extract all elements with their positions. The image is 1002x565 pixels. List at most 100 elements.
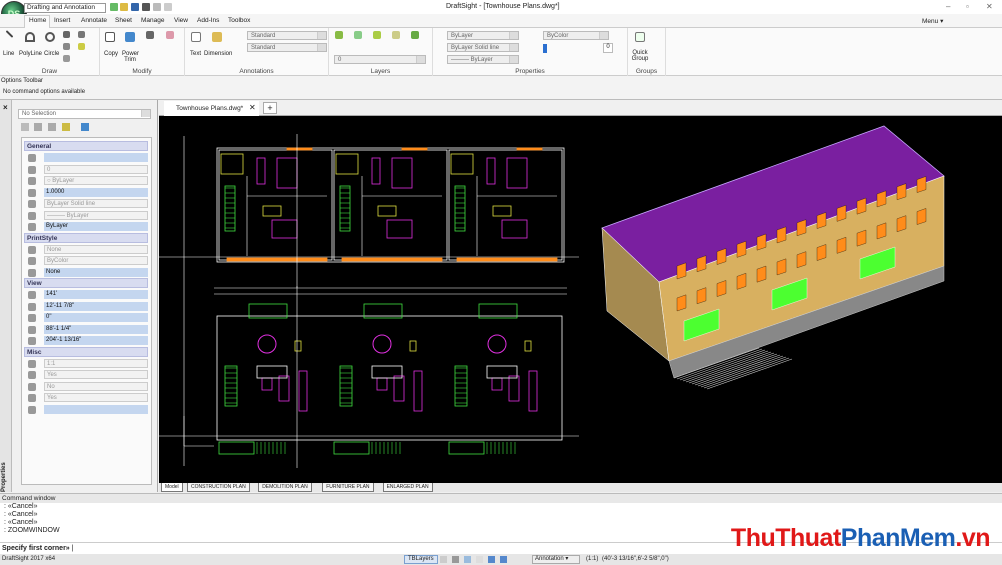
property-value[interactable]: None <box>44 267 148 277</box>
property-value[interactable]: 0 <box>44 164 148 174</box>
property-row[interactable]: ByLayer Solid line <box>24 198 148 209</box>
quick-select-icon[interactable] <box>48 123 56 131</box>
new-icon[interactable] <box>110 3 118 11</box>
property-row[interactable]: 141' <box>24 289 148 300</box>
property-row[interactable]: 1.0000 <box>24 187 148 198</box>
property-row[interactable]: ○ ByLayer <box>24 175 148 186</box>
selection-select[interactable]: No Selection <box>18 109 151 119</box>
property-value[interactable] <box>44 153 148 162</box>
new-document-button[interactable]: + <box>263 102 277 114</box>
tblayers-button[interactable]: TBLayers <box>404 555 438 564</box>
tab-home[interactable]: Home <box>29 17 46 24</box>
dimension-button[interactable]: Dimension <box>204 51 232 57</box>
annotation-scale-select[interactable]: Annotation ▾ <box>532 555 580 564</box>
section-general[interactable]: General <box>24 141 148 151</box>
property-value[interactable]: ——— ByLayer <box>44 210 148 220</box>
filter-icon[interactable] <box>62 123 70 131</box>
property-row[interactable]: 0" <box>24 312 148 323</box>
property-value[interactable]: 1:1 <box>44 358 148 368</box>
polar-icon[interactable] <box>476 556 483 563</box>
tab-manage[interactable]: Manage <box>141 17 165 24</box>
property-value[interactable]: ○ ByLayer <box>44 176 148 185</box>
section-misc[interactable]: Misc <box>24 346 148 357</box>
tab-insert[interactable]: Insert <box>54 17 70 24</box>
esnap-icon[interactable] <box>488 556 495 563</box>
tab-view[interactable]: View <box>174 17 188 24</box>
layout-tab[interactable]: ENLARGED PLAN <box>382 483 433 492</box>
property-value[interactable]: Yes <box>44 370 148 379</box>
property-row[interactable]: 1:1 <box>24 358 148 369</box>
line-button[interactable]: Line <box>3 51 14 57</box>
property-value[interactable]: 0" <box>44 313 148 322</box>
printstyle-select[interactable]: ByColor <box>543 31 609 40</box>
text-button[interactable]: Text <box>190 51 201 57</box>
circle-button[interactable]: Circle <box>44 51 59 57</box>
select-objects-icon[interactable] <box>34 123 42 131</box>
polyline-button[interactable]: PolyLine <box>19 51 42 57</box>
property-value[interactable]: None <box>44 244 148 254</box>
linestyle-select[interactable]: ByLayer Solid line <box>447 43 519 52</box>
cad-drawing[interactable] <box>159 116 1002 483</box>
property-value[interactable]: 141' <box>44 290 148 299</box>
text-style-select[interactable]: Standard <box>247 31 327 40</box>
layout-tab[interactable]: CONSTRUCTION PLAN <box>187 483 250 492</box>
property-row[interactable]: No <box>24 381 148 392</box>
toggle-pickadd-icon[interactable] <box>21 123 29 131</box>
property-row[interactable]: 12'-11 7/8" <box>24 301 148 312</box>
restore-button[interactable]: ▫ <box>966 2 969 11</box>
close-palette-icon[interactable]: × <box>3 103 8 112</box>
workspace-select[interactable]: Drafting and Annotation <box>24 3 106 13</box>
print-icon[interactable] <box>142 3 150 11</box>
layout-tab[interactable]: FURNITURE PLAN <box>322 483 374 492</box>
copy-button[interactable]: Copy <box>104 51 118 57</box>
menu-button[interactable]: Menu ▾ <box>922 17 943 25</box>
property-value[interactable]: 1.0000 <box>44 187 148 197</box>
close-button[interactable]: ✕ <box>986 2 993 11</box>
section-view[interactable]: View <box>24 278 148 288</box>
help-icon[interactable] <box>81 123 89 131</box>
property-value[interactable]: 88'-1 1/4" <box>44 324 148 334</box>
property-row[interactable]: ——— ByLayer <box>24 210 148 221</box>
undo-icon[interactable] <box>153 3 161 11</box>
power-trim-button[interactable]: Power Trim <box>122 51 139 63</box>
close-document-icon[interactable]: ✕ <box>249 103 256 112</box>
property-row[interactable]: Yes <box>24 369 148 380</box>
property-row[interactable]: 0 <box>24 164 148 175</box>
tab-annotate[interactable]: Annotate <box>81 17 107 24</box>
property-value[interactable]: Yes <box>44 393 148 402</box>
document-tab[interactable]: Townhouse Plans.dwg* <box>164 101 259 116</box>
property-row[interactable]: ByLayer <box>24 221 148 232</box>
property-row[interactable]: 204'-1 13/16" <box>24 335 148 346</box>
tab-toolbox[interactable]: Toolbox <box>228 17 250 24</box>
property-row[interactable] <box>24 404 148 415</box>
properties-side-label[interactable]: Properties <box>1 462 7 492</box>
color-select[interactable]: ByLayer <box>447 31 519 40</box>
property-value[interactable]: 12'-11 7/8" <box>44 301 148 311</box>
property-value[interactable]: ByLayer Solid line <box>44 199 148 208</box>
layer-select[interactable]: 0 <box>334 55 426 64</box>
redo-icon[interactable] <box>164 3 172 11</box>
property-value[interactable]: ByColor <box>44 256 148 265</box>
property-row[interactable]: None <box>24 244 148 255</box>
transparency-slider[interactable] <box>543 44 547 53</box>
property-row[interactable]: ByColor <box>24 255 148 266</box>
lineweight-select[interactable]: ——— ByLayer <box>447 55 519 64</box>
minimize-button[interactable]: – <box>946 2 950 11</box>
section-printstyle[interactable]: PrintStyle <box>24 232 148 243</box>
property-row[interactable]: None <box>24 267 148 278</box>
ortho-icon[interactable] <box>464 556 471 563</box>
property-value[interactable]: No <box>44 381 148 391</box>
tab-addins[interactable]: Add-Ins <box>197 17 219 24</box>
etrack-icon[interactable] <box>500 556 507 563</box>
property-value[interactable]: 204'-1 13/16" <box>44 336 148 345</box>
dimension-style-select[interactable]: Standard <box>247 43 327 52</box>
property-value[interactable]: ByLayer <box>44 222 148 231</box>
tab-sheet[interactable]: Sheet <box>115 17 132 24</box>
save-icon[interactable] <box>131 3 139 11</box>
open-icon[interactable] <box>120 3 128 11</box>
transparency-value[interactable]: 0 <box>603 43 613 53</box>
snap-icon[interactable] <box>440 556 447 563</box>
quick-group-button[interactable]: Quick Group <box>631 50 649 62</box>
property-row[interactable]: 88'-1 1/4" <box>24 324 148 335</box>
property-value[interactable] <box>44 404 148 414</box>
